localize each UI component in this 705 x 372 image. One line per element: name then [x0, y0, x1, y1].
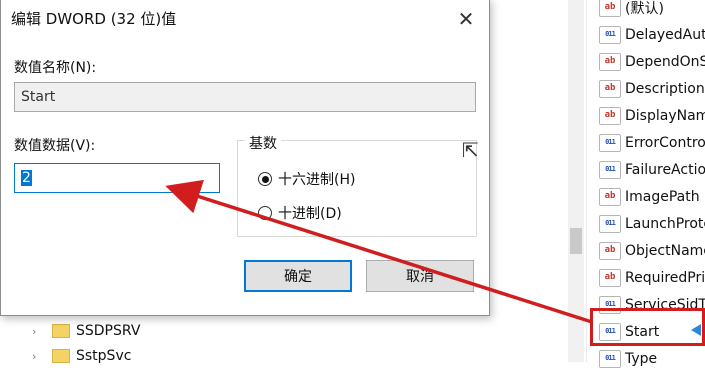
annotation-arrow [165, 179, 593, 324]
